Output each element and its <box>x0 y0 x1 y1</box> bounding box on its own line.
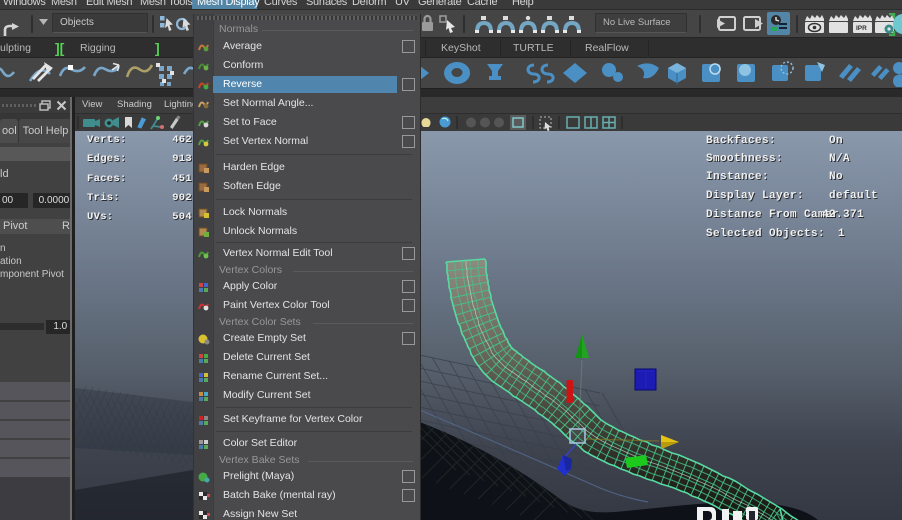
svg-text:504: 504 <box>172 211 192 223</box>
svg-text:Distance From Camer: Distance From Camer <box>706 209 839 221</box>
svg-text:Faces:: Faces: <box>87 173 127 185</box>
svg-text:913: 913 <box>172 153 192 165</box>
svg-text:UVs:: UVs: <box>87 211 113 223</box>
svg-text:IPR: IPR <box>856 25 867 32</box>
svg-text:Backfaces:: Backfaces: <box>706 135 776 147</box>
svg-text:N/A: N/A <box>829 153 850 165</box>
svg-text:902: 902 <box>172 192 192 204</box>
svg-text:Display Layer:: Display Layer: <box>706 190 804 202</box>
svg-text:Selected Objects:: Selected Objects: <box>706 228 825 240</box>
svg-text:462: 462 <box>172 134 192 146</box>
svg-text:Verts:: Verts: <box>87 134 127 146</box>
svg-text:No: No <box>829 171 843 183</box>
svg-text:1: 1 <box>838 228 845 240</box>
svg-text:Tris:: Tris: <box>87 192 120 204</box>
svg-text:Instance:: Instance: <box>706 171 769 183</box>
svg-text:Edges:: Edges: <box>87 153 127 165</box>
svg-text:451: 451 <box>172 173 192 185</box>
svg-text:default: default <box>829 190 878 202</box>
svg-text:42.371: 42.371 <box>822 209 864 221</box>
svg-text:Smoothness:: Smoothness: <box>706 153 783 165</box>
svg-text:On: On <box>829 135 843 147</box>
